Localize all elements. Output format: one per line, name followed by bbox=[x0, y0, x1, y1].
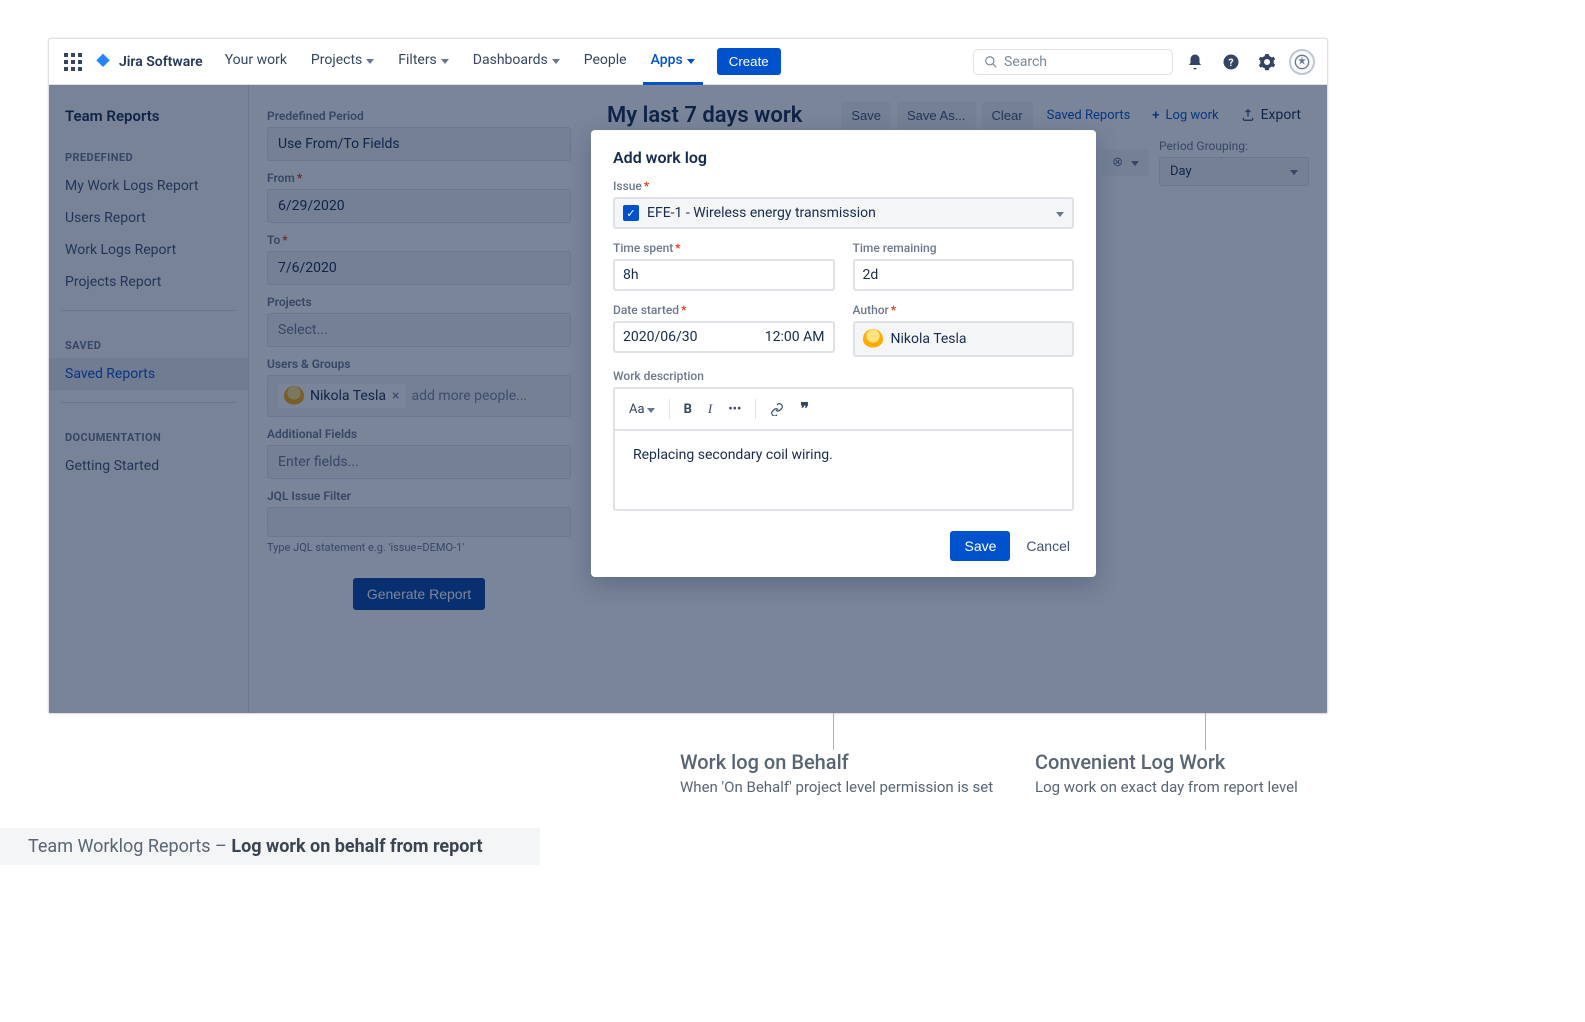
modal-title: Add work log bbox=[613, 148, 1074, 167]
search-placeholder: Search bbox=[1004, 54, 1047, 70]
label-time-remaining: Time remaining bbox=[853, 241, 1075, 255]
author-select[interactable]: Nikola Tesla bbox=[853, 321, 1075, 357]
search-icon bbox=[984, 55, 998, 69]
label-time-spent: Time spent* bbox=[613, 241, 835, 255]
caption-bar: Team Worklog Reports – Log work on behal… bbox=[0, 828, 540, 865]
quote-button[interactable]: ❞ bbox=[794, 395, 815, 423]
chevron-down-icon bbox=[552, 59, 560, 64]
nav-dashboards[interactable]: Dashboards bbox=[465, 39, 568, 85]
create-button[interactable]: Create bbox=[717, 48, 781, 75]
nav-projects[interactable]: Projects bbox=[303, 39, 382, 85]
link-icon bbox=[770, 402, 784, 416]
chevron-down-icon bbox=[366, 59, 374, 64]
nav-apps[interactable]: Apps bbox=[643, 39, 703, 85]
issue-checkbox-icon: ✓ bbox=[623, 205, 639, 221]
editor-toolbar: Aa B I ••• ❞ bbox=[613, 387, 1074, 431]
author-value: Nikola Tesla bbox=[891, 331, 967, 347]
top-nav: Jira Software Your work Projects Filters… bbox=[49, 39, 1327, 85]
avatar-icon bbox=[863, 329, 883, 349]
notifications-icon[interactable] bbox=[1181, 48, 1209, 76]
settings-icon[interactable] bbox=[1253, 48, 1281, 76]
caption-prefix: Team Worklog Reports – bbox=[28, 836, 231, 857]
svg-text:?: ? bbox=[1228, 55, 1233, 68]
date-started-input[interactable]: 2020/06/30 12:00 AM bbox=[613, 321, 835, 353]
annotation-title-convenient: Convenient Log Work bbox=[1035, 750, 1225, 774]
label-author: Author* bbox=[853, 303, 1075, 317]
nav-filters[interactable]: Filters bbox=[390, 39, 457, 85]
add-worklog-modal: Add work log Issue* ✓ EFE-1 - Wireless e… bbox=[591, 130, 1096, 577]
annotation-title-behalf: Work log on Behalf bbox=[680, 750, 849, 774]
label-date-started: Date started* bbox=[613, 303, 835, 317]
annotation-sub-convenient: Log work on exact day from report level bbox=[1035, 778, 1298, 796]
app-window: Jira Software Your work Projects Filters… bbox=[48, 38, 1328, 714]
issue-select[interactable]: ✓ EFE-1 - Wireless energy transmission bbox=[613, 197, 1074, 229]
modal-cancel-button[interactable]: Cancel bbox=[1022, 531, 1074, 561]
jira-logo[interactable]: Jira Software bbox=[93, 52, 203, 72]
help-icon[interactable]: ? bbox=[1217, 48, 1245, 76]
label-work-description: Work description bbox=[613, 369, 1074, 383]
link-button[interactable] bbox=[764, 398, 790, 420]
nav-your-work[interactable]: Your work bbox=[217, 39, 295, 85]
chevron-down-icon bbox=[647, 408, 655, 413]
app-switcher-icon[interactable] bbox=[61, 50, 85, 74]
italic-button[interactable]: I bbox=[702, 397, 718, 421]
product-name: Jira Software bbox=[119, 54, 203, 70]
nav-people[interactable]: People bbox=[576, 39, 635, 85]
text-style-button[interactable]: Aa bbox=[623, 398, 661, 421]
bold-button[interactable]: B bbox=[678, 398, 698, 421]
modal-actions: Save Cancel bbox=[613, 531, 1074, 561]
time-remaining-input[interactable]: 2d bbox=[853, 259, 1075, 291]
time-spent-input[interactable]: 8h bbox=[613, 259, 835, 291]
chevron-down-icon bbox=[687, 59, 695, 64]
search-input[interactable]: Search bbox=[973, 49, 1173, 75]
chevron-down-icon bbox=[441, 59, 449, 64]
modal-save-button[interactable]: Save bbox=[950, 531, 1010, 561]
caption-bold: Log work on behalf from report bbox=[231, 836, 482, 857]
label-issue: Issue* bbox=[613, 179, 1074, 193]
more-format-button[interactable]: ••• bbox=[722, 398, 747, 421]
annotation-sub-behalf: When 'On Behalf' project level permissio… bbox=[680, 778, 993, 796]
issue-value: EFE-1 - Wireless energy transmission bbox=[647, 205, 876, 221]
work-description-editor[interactable]: Replacing secondary coil wiring. bbox=[613, 431, 1074, 511]
chevron-down-icon bbox=[1056, 212, 1064, 217]
profile-avatar[interactable] bbox=[1289, 49, 1315, 75]
